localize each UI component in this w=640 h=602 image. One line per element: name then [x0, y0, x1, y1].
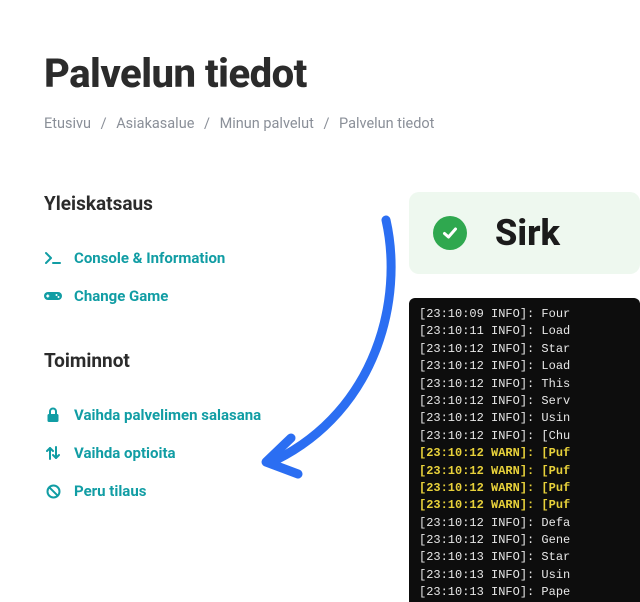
- console-line: [23:10:13 INFO]: Pape: [419, 584, 630, 601]
- console-line: [23:10:12 INFO]: Defa: [419, 515, 630, 532]
- overview-heading: Yleiskatsaus: [44, 192, 409, 215]
- breadcrumb-separator: /: [101, 115, 107, 132]
- nav-change-game[interactable]: Change Game: [44, 277, 409, 315]
- console-icon: [44, 251, 62, 265]
- server-status-card: Sirk: [409, 192, 640, 274]
- console-line: [23:10:12 INFO]: Star: [419, 341, 630, 358]
- console-line: [23:10:12 INFO]: Serv: [419, 393, 630, 410]
- console-line: [23:10:13 INFO]: Usin: [419, 567, 630, 584]
- console-line: [23:10:09 INFO]: Four: [419, 306, 630, 323]
- console-line: [23:10:12 WARN]: [Puf: [419, 463, 630, 480]
- breadcrumb-item[interactable]: Minun palvelut: [220, 115, 314, 132]
- breadcrumb-separator: /: [323, 115, 329, 132]
- console-line: [23:10:12 INFO]: [Chu: [419, 428, 630, 445]
- overview-nav: Console & Information Change Game: [44, 239, 409, 315]
- console-line: [23:10:12 WARN]: [Puf: [419, 497, 630, 514]
- console-line: [23:10:12 INFO]: This: [419, 376, 630, 393]
- page-title: Palvelun tiedot: [44, 50, 640, 97]
- console-line: [23:10:12 INFO]: Usin: [419, 410, 630, 427]
- breadcrumb: Etusivu / Asiakasalue / Minun palvelut /…: [44, 115, 640, 132]
- nav-item-label: Console & Information: [74, 249, 225, 267]
- breadcrumb-item[interactable]: Asiakasalue: [116, 115, 194, 132]
- nav-item-label: Peru tilaus: [74, 482, 146, 500]
- swap-vertical-icon: [44, 445, 62, 461]
- nav-change-server-password[interactable]: Vaihda palvelimen salasana: [44, 396, 409, 434]
- breadcrumb-separator: /: [204, 115, 210, 132]
- status-ok-icon: [433, 216, 467, 250]
- breadcrumb-item[interactable]: Palvelun tiedot: [339, 115, 434, 132]
- actions-heading: Toiminnot: [44, 349, 409, 372]
- lock-icon: [44, 407, 62, 423]
- server-console[interactable]: [23:10:09 INFO]: Four[23:10:11 INFO]: Lo…: [409, 298, 640, 602]
- nav-console-information[interactable]: Console & Information: [44, 239, 409, 277]
- console-line: [23:10:11 INFO]: Load: [419, 323, 630, 340]
- nav-item-label: Vaihda palvelimen salasana: [74, 406, 261, 424]
- console-line: [23:10:13 INFO]: Star: [419, 549, 630, 566]
- nav-change-options[interactable]: Vaihda optioita: [44, 434, 409, 472]
- console-line: [23:10:12 WARN]: [Puf: [419, 480, 630, 497]
- console-line: [23:10:12 INFO]: Gene: [419, 532, 630, 549]
- breadcrumb-item[interactable]: Etusivu: [44, 115, 91, 132]
- nav-item-label: Change Game: [74, 287, 168, 305]
- ban-icon: [44, 484, 62, 499]
- console-line: [23:10:12 WARN]: [Puf: [419, 445, 630, 462]
- actions-nav: Vaihda palvelimen salasana Vaihda optioi…: [44, 396, 409, 510]
- server-name: Sirk: [495, 212, 560, 254]
- nav-item-label: Vaihda optioita: [74, 444, 176, 462]
- console-line: [23:10:12 INFO]: Load: [419, 358, 630, 375]
- gamepad-icon: [44, 290, 62, 302]
- nav-cancel-order[interactable]: Peru tilaus: [44, 472, 409, 510]
